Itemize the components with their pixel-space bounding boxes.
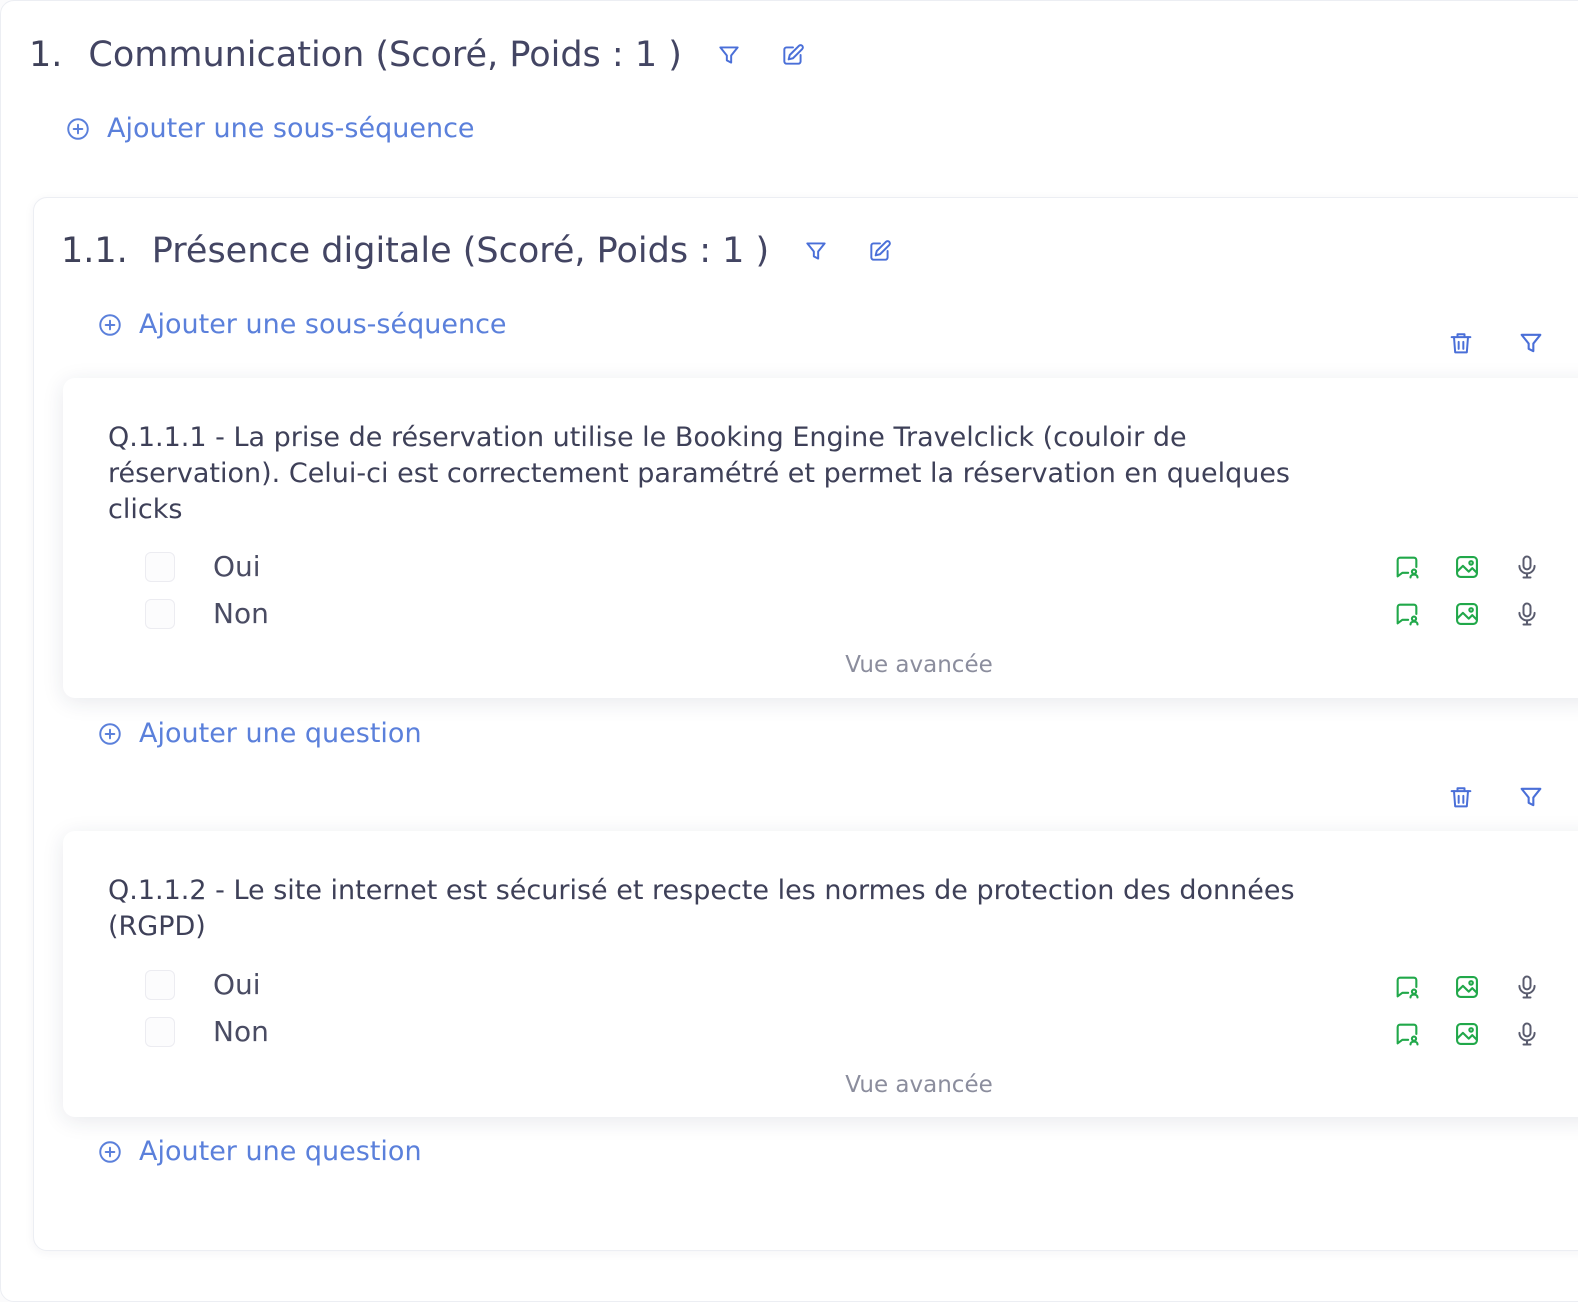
plus-circle-icon bbox=[97, 1139, 123, 1165]
comment-user-icon[interactable] bbox=[1393, 1020, 1421, 1048]
microphone-icon[interactable] bbox=[1513, 973, 1541, 1001]
comment-user-icon[interactable] bbox=[1393, 973, 1421, 1001]
option-actions bbox=[1393, 1020, 1573, 1048]
advanced-view-link[interactable]: Vue avancée bbox=[63, 1072, 1578, 1098]
image-icon[interactable] bbox=[1453, 600, 1481, 628]
add-subsequence-label: Ajouter une sous-séquence bbox=[107, 113, 475, 144]
option-checkbox[interactable] bbox=[145, 551, 175, 582]
filter-icon[interactable] bbox=[1517, 783, 1545, 811]
comment-user-icon[interactable] bbox=[1393, 553, 1421, 581]
answer-option: Oui bbox=[145, 968, 261, 1001]
answer-option: Non bbox=[145, 1015, 269, 1048]
option-actions bbox=[1393, 600, 1573, 628]
question-card: Q.1.1.1 - La prise de réservation utilis… bbox=[63, 378, 1578, 698]
section-header: 1. Communication (Scoré, Poids : 1 ) bbox=[29, 35, 808, 75]
subsection-number: 1.1. bbox=[61, 231, 128, 271]
trash-icon[interactable] bbox=[1447, 329, 1475, 357]
answer-option: Oui bbox=[145, 550, 261, 583]
plus-circle-icon bbox=[97, 721, 123, 747]
question-card: Q.1.1.2 - Le site internet est sécurisé … bbox=[63, 831, 1578, 1117]
edit-icon[interactable] bbox=[778, 40, 808, 70]
add-question-button[interactable]: Ajouter une question bbox=[97, 1136, 422, 1167]
option-actions bbox=[1393, 973, 1573, 1001]
plus-circle-icon bbox=[65, 116, 91, 142]
section-number: 1. bbox=[29, 35, 63, 75]
subsection-title: Présence digitale (Scoré, Poids : 1 ) bbox=[151, 231, 770, 271]
image-icon[interactable] bbox=[1453, 973, 1481, 1001]
image-icon[interactable] bbox=[1453, 1020, 1481, 1048]
subsection-header: 1.1. Présence digitale (Scoré, Poids : 1… bbox=[61, 231, 895, 271]
microphone-icon[interactable] bbox=[1513, 600, 1541, 628]
edit-icon[interactable] bbox=[865, 236, 895, 266]
add-subsequence-button[interactable]: Ajouter une sous-séquence bbox=[97, 309, 507, 340]
add-subsequence-label: Ajouter une sous-séquence bbox=[139, 309, 507, 340]
add-question-label: Ajouter une question bbox=[139, 718, 422, 749]
option-label: Non bbox=[213, 597, 269, 630]
add-subsequence-button[interactable]: Ajouter une sous-séquence bbox=[65, 113, 475, 144]
option-checkbox[interactable] bbox=[145, 1016, 175, 1047]
option-label: Non bbox=[213, 1015, 269, 1048]
filter-icon[interactable] bbox=[1517, 329, 1545, 357]
trash-icon[interactable] bbox=[1447, 783, 1475, 811]
microphone-icon[interactable] bbox=[1513, 553, 1541, 581]
option-label: Oui bbox=[213, 550, 261, 583]
advanced-view-link[interactable]: Vue avancée bbox=[63, 652, 1578, 678]
question-tools bbox=[1447, 783, 1578, 811]
filter-icon[interactable] bbox=[714, 40, 744, 70]
answer-option: Non bbox=[145, 597, 269, 630]
option-checkbox[interactable] bbox=[145, 969, 175, 1000]
section-title: Communication (Scoré, Poids : 1 ) bbox=[88, 35, 682, 75]
option-actions bbox=[1393, 553, 1573, 581]
image-icon[interactable] bbox=[1453, 553, 1481, 581]
option-label: Oui bbox=[213, 968, 261, 1001]
option-checkbox[interactable] bbox=[145, 598, 175, 629]
question-tools bbox=[1447, 329, 1578, 357]
add-question-button[interactable]: Ajouter une question bbox=[97, 718, 422, 749]
section-container: 1. Communication (Scoré, Poids : 1 ) Ajo… bbox=[0, 0, 1578, 1302]
microphone-icon[interactable] bbox=[1513, 1020, 1541, 1048]
question-text: Q.1.1.2 - Le site internet est sécurisé … bbox=[108, 875, 1295, 942]
filter-icon[interactable] bbox=[801, 236, 831, 266]
add-question-label: Ajouter une question bbox=[139, 1136, 422, 1167]
comment-user-icon[interactable] bbox=[1393, 600, 1421, 628]
plus-circle-icon bbox=[97, 312, 123, 338]
question-text: Q.1.1.1 - La prise de réservation utilis… bbox=[108, 422, 1291, 525]
